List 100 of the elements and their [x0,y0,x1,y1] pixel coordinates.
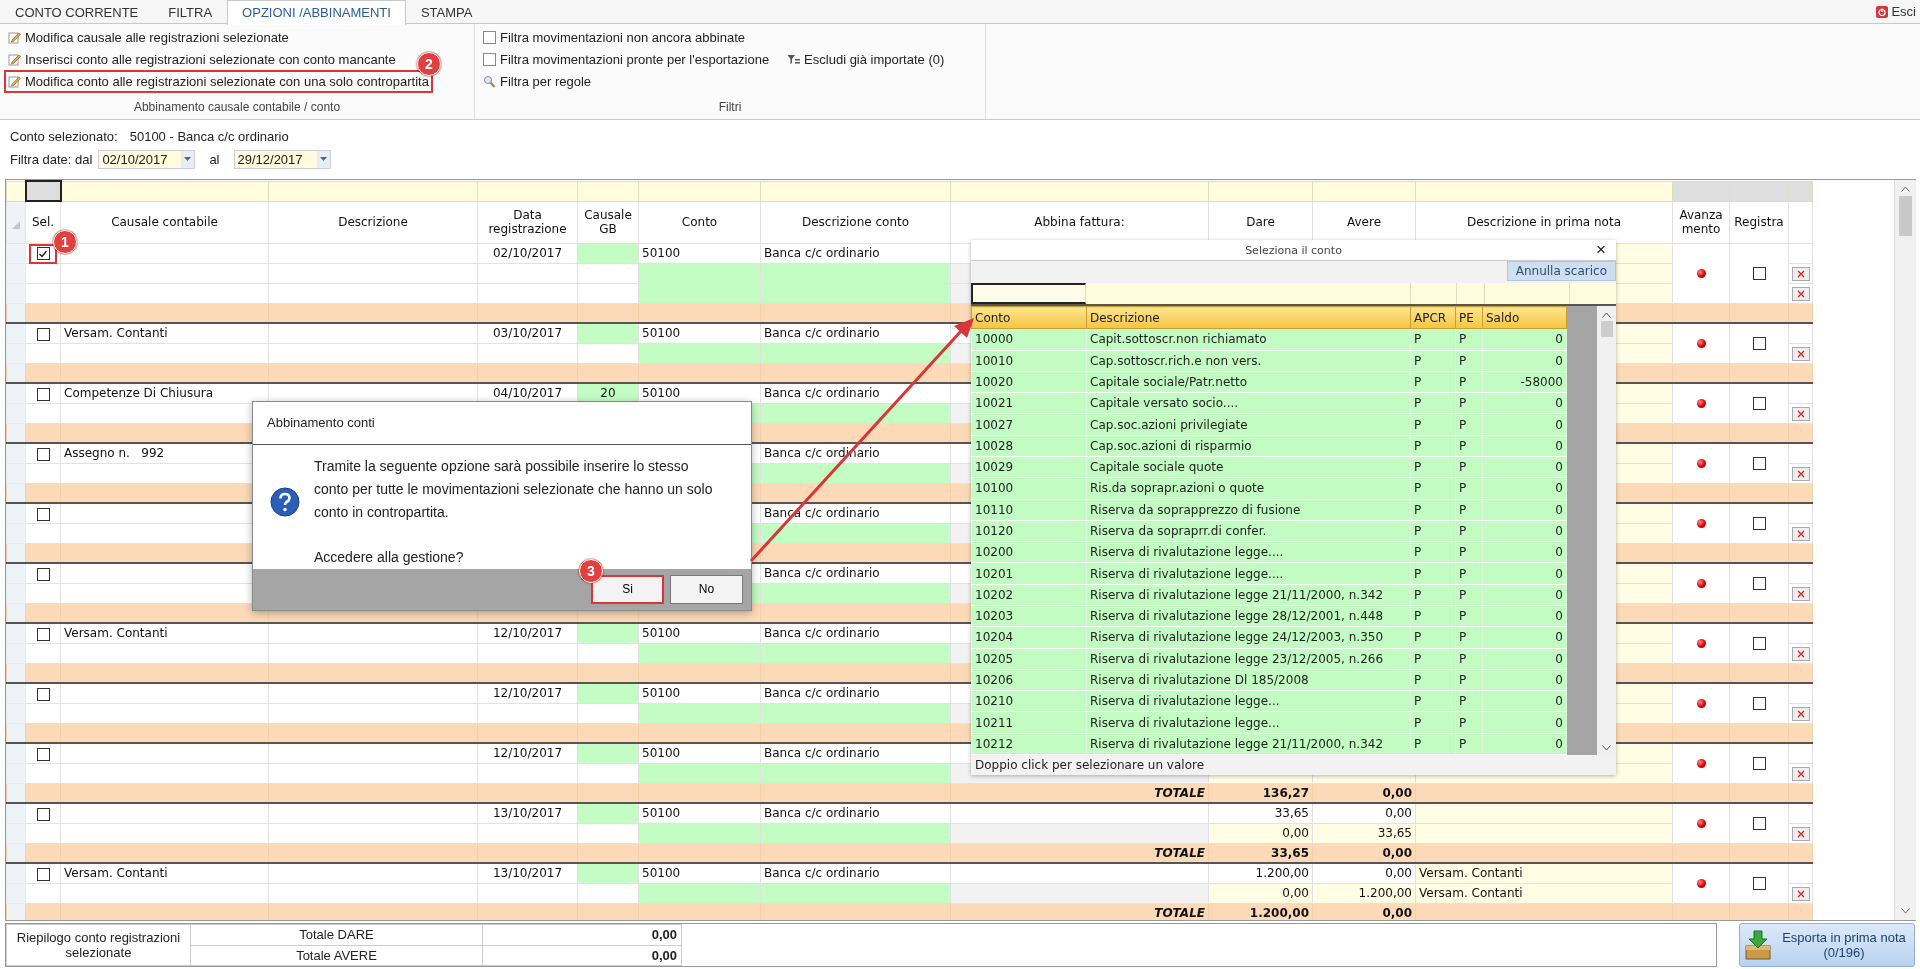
checkbox[interactable] [1752,337,1766,351]
filter-cell[interactable] [25,181,61,201]
table-cell: 10211 [971,711,1087,734]
scrollbar-thumb[interactable] [1899,196,1912,236]
caret-down-icon[interactable] [1602,745,1612,751]
table-cell [577,643,639,663]
checkbox[interactable] [1752,637,1766,651]
table-cell: Capit.sottoscr.non richiamato [1086,328,1411,351]
table-cell: Riserva da sopraprr.di confer. [1086,520,1411,542]
tab[interactable]: CONTO CORRENTE [0,0,154,23]
checkbox[interactable] [1752,697,1766,711]
checkbox[interactable] [36,387,50,401]
table-cell: Riserva di rivalutazione Dl 185/2008 [1086,669,1411,691]
table-cell: 12/10/2017 [477,623,578,643]
caret-up-icon[interactable] [1602,312,1612,318]
table-cell [577,683,639,703]
dialog-button[interactable]: No [670,575,743,604]
table-cell [577,763,639,783]
checkbox[interactable] [1752,877,1766,891]
column-header: Avanza mento [1672,201,1730,243]
remove-button[interactable] [1791,286,1810,301]
export-button[interactable]: Esporta in prima nota (0/196) [1739,923,1915,967]
table-cell: Versam. Contanti [1415,863,1673,883]
table-cell: Riserva di rivalutazione legge 21/11/2000, n.342 [1086,584,1411,606]
table-cell: 10200 [971,541,1087,563]
ribbon-action[interactable]: Modifica causale alle registrazioni selezionate [6,28,291,47]
table-cell: Versam. Contanti [60,323,269,343]
date-field[interactable]: 02/10/2017 [98,149,196,169]
checkbox[interactable] [1752,267,1766,280]
checkbox[interactable] [483,53,496,66]
filter-checkbox[interactable]: Filtra movimentazioni non ancora abbinate [481,28,747,47]
table-cell [577,743,639,763]
table-cell: 50100 [638,243,761,263]
remove-button[interactable] [1791,586,1810,601]
remove-button[interactable] [1791,346,1810,361]
checkbox[interactable] [36,247,50,261]
checkbox[interactable] [1752,577,1766,591]
scrollbar-thumb[interactable] [1600,321,1613,337]
table-cell: Riserva di rivalutazione legge.... [1086,562,1411,585]
table-cell [577,803,639,823]
remove-button[interactable] [1791,706,1810,721]
checkbox[interactable] [1752,517,1766,531]
filter-checkbox[interactable]: Filtra movimentazioni pronte per l'esportazione [481,50,772,69]
ribbon-action[interactable]: Filtra per regole [481,72,594,91]
filter-icon [787,53,801,66]
remove-button[interactable] [1791,886,1810,901]
x-icon [1796,769,1805,778]
ribbon-action[interactable]: Escludi già importate (0) [785,50,947,69]
tab[interactable]: FILTRA [153,0,228,23]
status-dot [1696,459,1706,469]
tab[interactable]: STAMPA [405,0,488,23]
checkbox[interactable] [483,31,496,44]
x-icon [1796,529,1805,538]
checkbox[interactable] [1752,397,1766,411]
exit-button[interactable]: Esci [1876,0,1920,23]
remove-button[interactable] [1791,646,1810,661]
dialog-button[interactable]: Si [591,575,664,604]
remove-button[interactable] [1791,266,1810,281]
table-cell [25,703,61,723]
checkbox[interactable] [36,807,50,821]
table-cell [577,703,639,723]
remove-button[interactable] [1791,466,1810,481]
table-cell: Cap.sottoscr.rich.e non vers. [1086,350,1411,372]
checkbox[interactable] [36,327,50,341]
checkbox[interactable] [36,687,50,701]
table-cell: 13/10/2017 [477,803,578,823]
table-cell: 10205 [971,648,1087,670]
cancel-button[interactable]: Annulla scarico [1506,261,1616,281]
tab[interactable]: OPZIONI /ABBINAMENTI [227,0,406,25]
scrollbar[interactable] [1894,180,1916,920]
remove-button[interactable] [1791,526,1810,541]
checkbox[interactable] [36,747,50,761]
caret-down-icon[interactable] [1901,908,1910,914]
edit-icon [8,53,21,66]
ribbon-action[interactable]: Inserisci conto alle registrazioni selezionate con conto mancante [6,50,398,69]
remove-button[interactable] [1791,766,1810,781]
checkbox[interactable] [36,867,50,881]
table-cell: 03/10/2017 [477,323,578,343]
caret-up-icon[interactable] [1901,186,1910,192]
remove-button[interactable] [1791,406,1810,421]
dropdown-icon[interactable] [181,150,195,168]
status-dot [1696,639,1706,649]
checkbox[interactable] [36,567,50,581]
checkbox[interactable] [1752,457,1766,471]
checkbox[interactable] [36,627,50,641]
checkbox[interactable] [36,447,50,461]
checkbox[interactable] [36,507,50,521]
column-header: PE [1455,306,1483,329]
filter-input[interactable] [971,283,1086,304]
checkbox[interactable] [1752,757,1766,771]
remove-button[interactable] [1791,826,1810,841]
close-button[interactable]: × [1596,240,1606,259]
table-cell: Riserva di rivalutazione legge.... [1086,541,1411,563]
x-icon [1796,829,1805,838]
date-field[interactable]: 29/12/2017 [233,149,331,169]
dropdown-icon[interactable] [316,150,330,168]
table-cell: Riserva di rivalutazione legge 21/11/2000, n.342 [1086,733,1411,755]
checkbox[interactable] [1752,817,1766,831]
status-dot [1696,579,1706,589]
table-cell: 0,00 [482,924,682,945]
